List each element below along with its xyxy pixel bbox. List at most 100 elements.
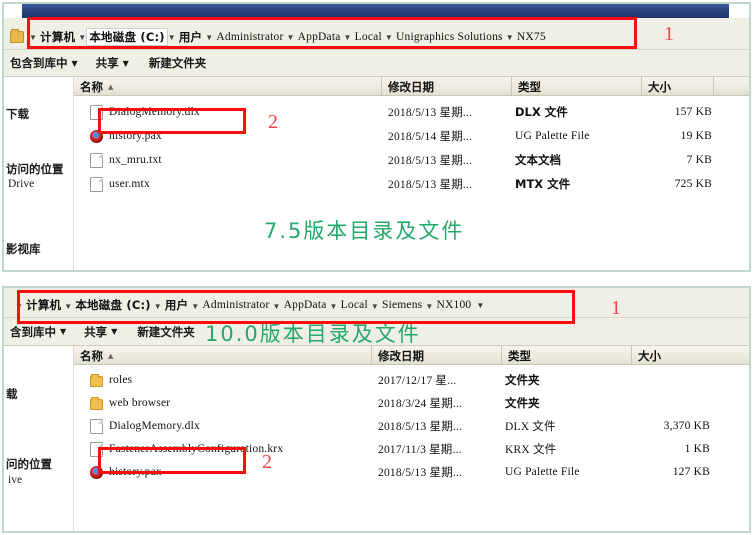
breadcrumb-item-nx100[interactable]: NX100: [434, 299, 473, 311]
column-header-spare[interactable]: [714, 77, 747, 96]
breadcrumb-item-local[interactable]: Local: [339, 299, 370, 311]
breadcrumb-item-siemens[interactable]: Siemens: [380, 299, 424, 311]
breadcrumb-item-computer[interactable]: 计算机: [38, 29, 77, 45]
folder-icon: [90, 373, 103, 387]
toolbar-new-folder[interactable]: 新建文件夹: [145, 55, 211, 71]
nav-item-video-library[interactable]: 影视库: [6, 241, 41, 257]
file-name-cell[interactable]: nx_mru.txt: [74, 152, 162, 168]
breadcrumb[interactable]: ▼ 计算机 ▼ 本地磁盘 (C:) ▼ 用户 ▼ Administrator ▼…: [4, 297, 487, 313]
breadcrumb-item-administrator[interactable]: Administrator: [200, 299, 271, 311]
column-header-size[interactable]: 大小: [632, 346, 717, 365]
nav-item-visited-places[interactable]: 问的位置: [6, 456, 52, 472]
column-header-name-label: 名称: [80, 348, 103, 363]
nav-item-visited-places[interactable]: 访问的位置: [6, 161, 64, 177]
file-name-cell[interactable]: history.pax: [74, 465, 162, 479]
caption-nx100: 10.0版本目录及文件: [205, 322, 421, 346]
file-icon: [90, 418, 103, 434]
table-row[interactable]: DialogMemory.dlx 2018/5/13 星期... DLX 文件 …: [74, 415, 749, 437]
breadcrumb-item-nx75[interactable]: NX75: [515, 31, 548, 43]
file-type-cell: MTX 文件: [515, 177, 571, 191]
annotation-number-1: 1: [611, 297, 621, 319]
breadcrumb-item-users[interactable]: 用户: [177, 29, 204, 45]
column-header-type-label: 类型: [518, 79, 541, 94]
column-header-row[interactable]: 名称 ▲ 修改日期 类型 大小: [74, 77, 749, 96]
breadcrumb-item-local[interactable]: Local: [353, 31, 384, 43]
file-date-cell: 2018/5/13 星期...: [388, 179, 473, 191]
chevron-right-icon: ▼: [425, 301, 434, 311]
breadcrumb-item-unigraphics[interactable]: Unigraphics Solutions: [394, 31, 505, 43]
column-header-date[interactable]: 修改日期: [372, 346, 502, 365]
chevron-right-icon: ▼: [384, 33, 393, 42]
toolbar-include-in-library[interactable]: 包含到库中 ▼: [6, 55, 82, 71]
column-header-size-label: 大小: [648, 79, 671, 94]
folder-icon: [90, 396, 103, 410]
file-list-pane[interactable]: 名称 ▲ 修改日期 类型 大小 DialogMemory.dlx 2018/5/…: [74, 77, 749, 270]
file-name-cell[interactable]: roles: [74, 373, 133, 387]
chevron-right-icon: ▼: [205, 33, 214, 42]
table-row[interactable]: DialogMemory.dlx 2018/5/13 星期... DLX 文件 …: [74, 101, 749, 123]
table-row[interactable]: history.pax 2018/5/14 星期... UG Palette F…: [74, 125, 749, 147]
toolbar-include-in-library-label: 含到库中: [10, 324, 56, 339]
screenshot-root: ▼ 计算机 ▼ 本地磁盘 (C:) ▼ 用户 ▼ Administrator ▼…: [0, 0, 753, 535]
breadcrumb-item-users[interactable]: 用户: [163, 297, 190, 313]
column-header-type[interactable]: 类型: [512, 77, 642, 96]
chevron-down-icon: ▼: [122, 58, 129, 68]
toolbar-new-folder[interactable]: 新建文件夹: [133, 324, 199, 340]
file-name-cell[interactable]: user.mtx: [74, 176, 150, 192]
column-header-date[interactable]: 修改日期: [382, 77, 512, 96]
column-header-date-label: 修改日期: [378, 348, 424, 363]
file-icon: [90, 176, 103, 192]
toolbar-share-label: 共享: [95, 56, 119, 70]
file-name-label: FastenerAssemblyConfiguration.krx: [109, 443, 284, 455]
breadcrumb-item-appdata[interactable]: AppData: [282, 299, 329, 311]
table-row[interactable]: FastenerAssemblyConfiguration.krx 2017/1…: [74, 438, 749, 460]
file-size-cell: 1 KB: [684, 443, 710, 455]
file-name-label: web browser: [109, 397, 171, 409]
chevron-right-icon: ▼: [29, 33, 38, 42]
table-row[interactable]: nx_mru.txt 2018/5/13 星期... 文本文档 7 KB: [74, 149, 749, 171]
navigation-pane[interactable]: 下载 访问的位置 Drive 影视库: [4, 77, 74, 270]
file-type-cell: UG Palette File: [505, 466, 580, 478]
address-bar[interactable]: ▼ 计算机 ▼ 本地磁盘 (C:) ▼ 用户 ▼ Administrator ▼…: [4, 288, 749, 318]
file-name-cell[interactable]: DialogMemory.dlx: [74, 104, 200, 120]
column-header-name-label: 名称: [80, 79, 103, 94]
file-name-cell[interactable]: web browser: [74, 396, 171, 410]
toolbar-share[interactable]: 共享 ▼: [80, 324, 121, 340]
file-type-cell: DLX 文件: [515, 105, 568, 119]
column-header-type[interactable]: 类型: [502, 346, 632, 365]
file-name-cell[interactable]: DialogMemory.dlx: [74, 418, 200, 434]
file-size-cell: 3,370 KB: [663, 420, 710, 432]
nav-item-drive[interactable]: Drive: [8, 178, 34, 190]
file-name-cell[interactable]: history.pax: [74, 129, 162, 143]
breadcrumb-item-administrator[interactable]: Administrator: [214, 31, 285, 43]
column-header-name[interactable]: 名称 ▲: [74, 346, 372, 365]
column-header-name[interactable]: 名称 ▲: [74, 77, 382, 96]
breadcrumb-item-local-disk[interactable]: 本地磁盘 (C:): [86, 27, 168, 46]
table-row[interactable]: web browser 2018/3/24 星期... 文件夹: [74, 392, 749, 414]
breadcrumb[interactable]: ▼ 计算机 ▼ 本地磁盘 (C:) ▼ 用户 ▼ Administrator ▼…: [28, 27, 548, 46]
table-row[interactable]: roles 2017/12/17 星... 文件夹: [74, 369, 749, 391]
nav-item-downloads[interactable]: 载: [6, 386, 18, 402]
breadcrumb-item-appdata[interactable]: AppData: [296, 31, 343, 43]
file-list-pane[interactable]: 名称 ▲ 修改日期 类型 大小 roles 2017/12/17 星... 文件…: [74, 346, 749, 531]
column-header-row[interactable]: 名称 ▲ 修改日期 类型 大小: [74, 346, 749, 365]
address-bar[interactable]: ▼ 计算机 ▼ 本地磁盘 (C:) ▼ 用户 ▼ Administrator ▼…: [4, 18, 749, 50]
file-icon: [90, 104, 103, 120]
breadcrumb-item-computer[interactable]: 计算机: [24, 297, 63, 313]
breadcrumb-item-local-disk[interactable]: 本地磁盘 (C:): [73, 297, 152, 313]
chevron-down-icon[interactable]: ▼: [473, 301, 487, 310]
toolbar-share[interactable]: 共享 ▼: [92, 55, 133, 71]
nav-item-downloads[interactable]: 下载: [6, 106, 29, 122]
file-name-cell[interactable]: FastenerAssemblyConfiguration.krx: [74, 441, 284, 457]
file-name-label: roles: [109, 374, 133, 386]
navigation-pane[interactable]: 载 问的位置 ive: [4, 346, 74, 531]
table-row[interactable]: user.mtx 2018/5/13 星期... MTX 文件 725 KB: [74, 173, 749, 195]
chevron-right-icon: ▼: [272, 301, 281, 311]
folder-icon: [10, 28, 24, 43]
file-icon: [90, 152, 103, 168]
table-row[interactable]: history.pax 2018/5/13 星期... UG Palette F…: [74, 461, 749, 483]
command-toolbar[interactable]: 包含到库中 ▼ 共享 ▼ 新建文件夹: [4, 50, 749, 77]
toolbar-include-in-library[interactable]: 含到库中 ▼: [6, 324, 70, 340]
column-header-size[interactable]: 大小: [642, 77, 714, 96]
nav-item-drive[interactable]: ive: [8, 474, 22, 486]
